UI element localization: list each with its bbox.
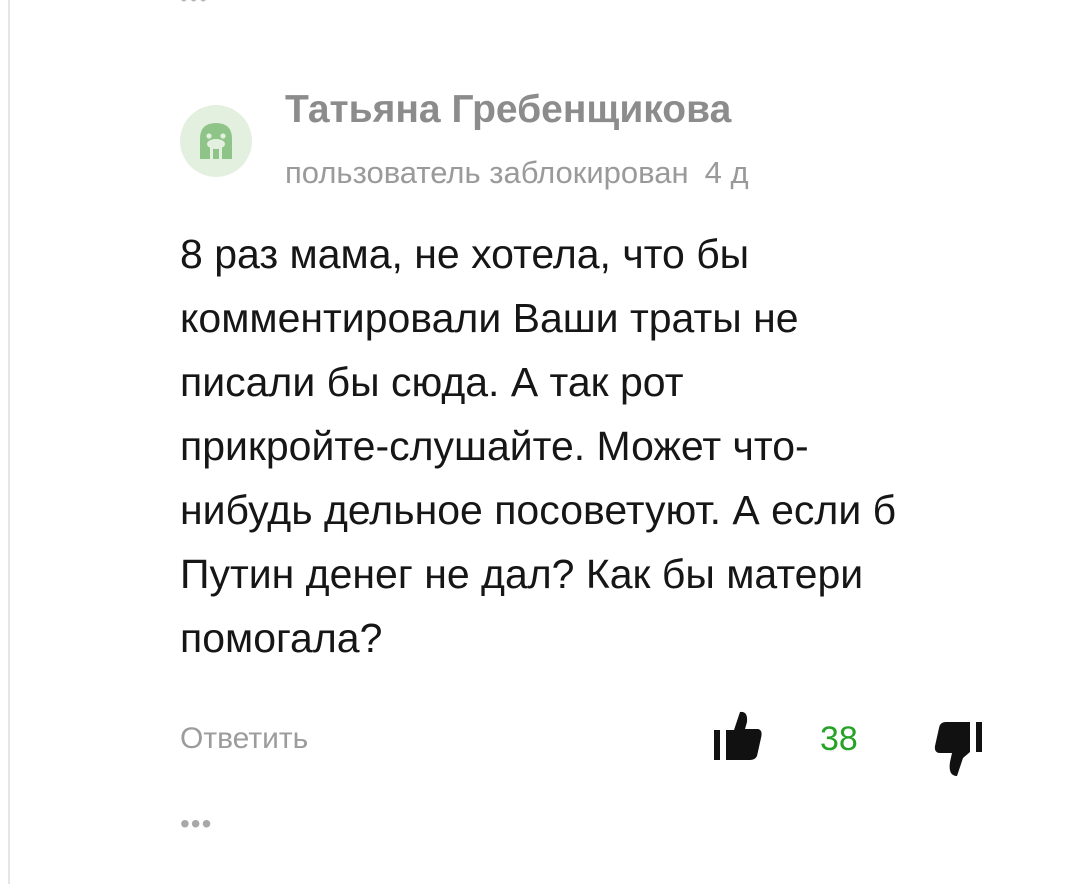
thread-line	[8, 0, 10, 884]
thumbs-down-icon	[934, 722, 982, 776]
comment-text: 8 раз мама, не хотела, что бы комментиро…	[180, 231, 897, 661]
walrus-icon	[200, 123, 232, 160]
thumbs-up-icon	[714, 711, 762, 760]
like-count: 38	[820, 720, 858, 758]
comment-more-button[interactable]: •••	[180, 808, 212, 840]
comment-meta: пользователь заблокирован 4 д	[285, 155, 749, 191]
author-name[interactable]: Татьяна Гребенщикова	[285, 88, 731, 132]
previous-comment-more-button[interactable]: •••	[180, 0, 209, 12]
like-button[interactable]	[710, 708, 766, 764]
author-avatar[interactable]	[180, 105, 252, 177]
dislike-button[interactable]	[930, 718, 986, 780]
reply-button[interactable]: Ответить	[180, 722, 308, 756]
comment-age: 4 д	[704, 155, 749, 190]
author-status: пользователь заблокирован	[285, 155, 689, 190]
comment-page: ••• Татьяна Гребенщикова пользователь за…	[0, 0, 1080, 884]
